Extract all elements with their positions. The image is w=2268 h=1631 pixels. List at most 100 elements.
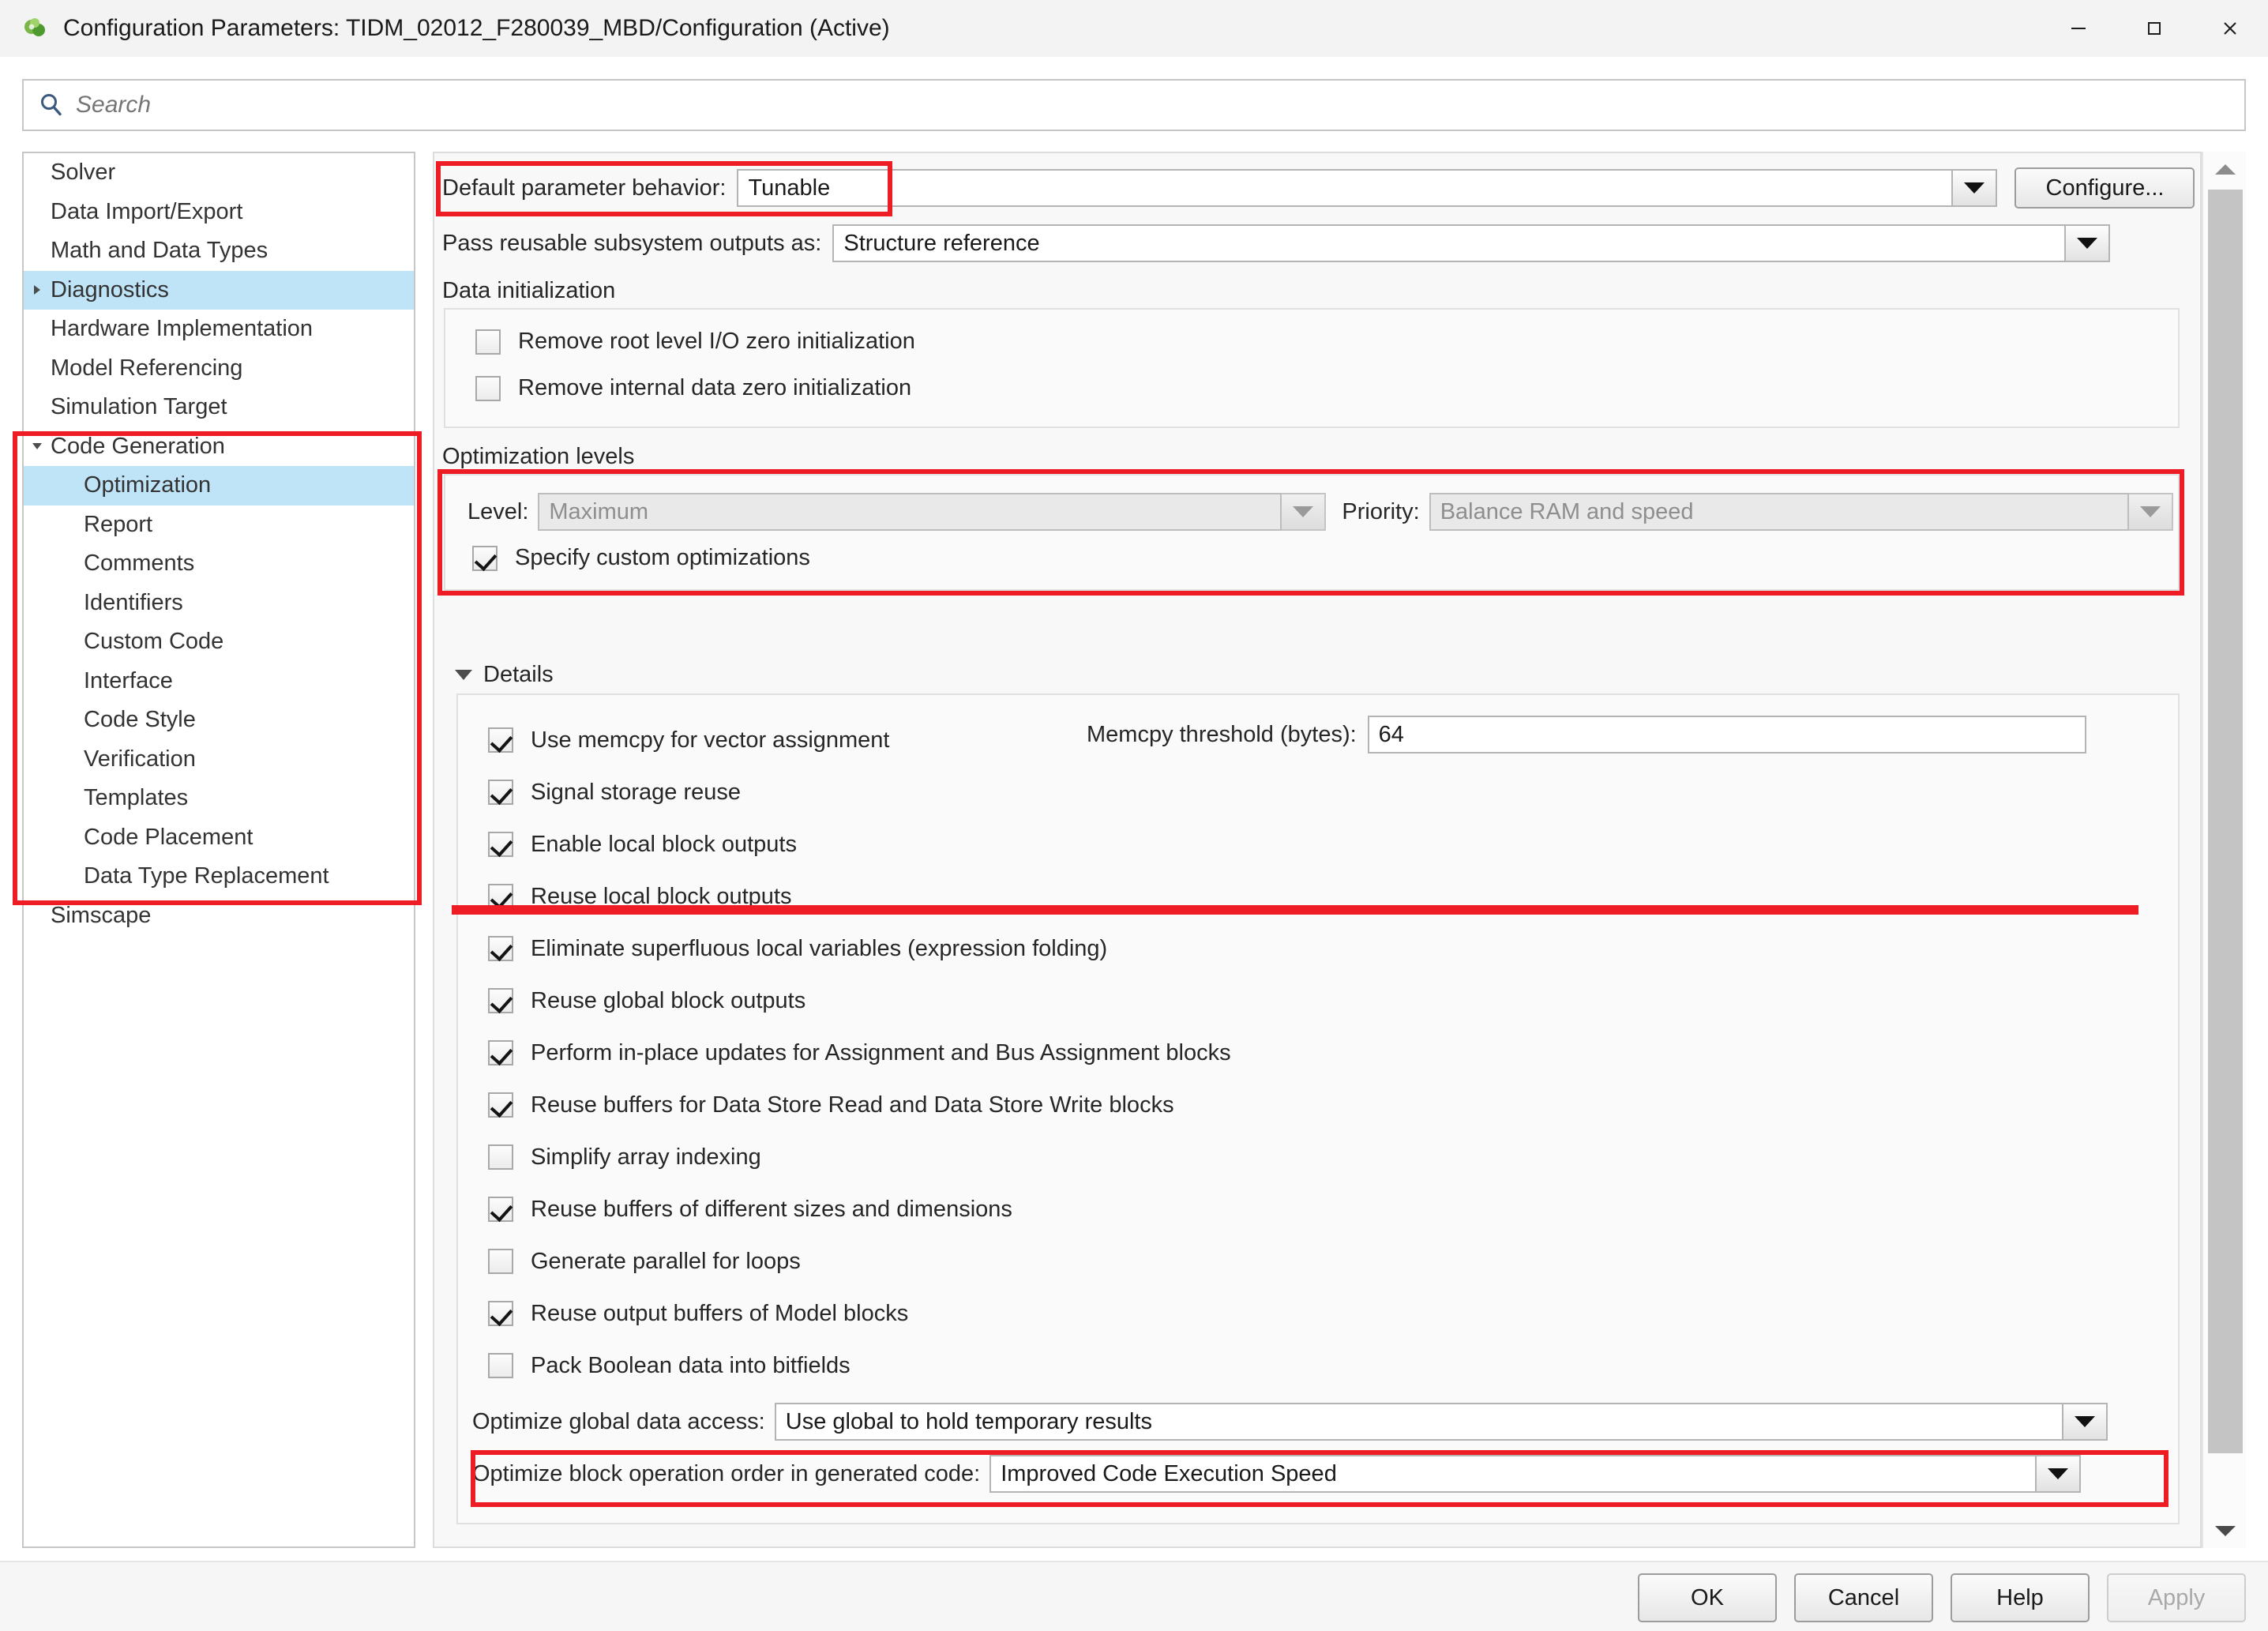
details-checkbox[interactable] (488, 1301, 513, 1326)
details-section-header[interactable]: Details (455, 662, 554, 688)
default-parameter-behavior-row: Default parameter behavior: Tunable Conf… (442, 167, 2195, 209)
data-init-checkbox[interactable] (475, 329, 501, 355)
cancel-button[interactable]: Cancel (1794, 1573, 1933, 1622)
details-checkbox[interactable] (488, 936, 513, 961)
tree-item-data-import-export[interactable]: Data Import/Export (24, 193, 414, 232)
details-checkbox-row[interactable]: Reuse buffers of different sizes and dim… (488, 1183, 1231, 1235)
tree-item-label: Templates (84, 785, 189, 811)
details-checkbox-row[interactable]: Signal storage reuse (488, 766, 1231, 818)
data-init-checkbox-row[interactable]: Remove root level I/O zero initializatio… (475, 329, 2178, 355)
details-checkbox-row[interactable]: Perform in-place updates for Assignment … (488, 1027, 1231, 1079)
chevron-down-icon[interactable] (24, 439, 51, 453)
details-checkbox[interactable] (488, 727, 513, 753)
details-checkbox[interactable] (488, 780, 513, 805)
tree-item-comments[interactable]: Comments (24, 544, 414, 584)
details-checkbox-row[interactable]: Simplify array indexing (488, 1131, 1231, 1183)
tree-item-hardware-implementation[interactable]: Hardware Implementation (24, 310, 414, 349)
details-checkbox[interactable] (488, 1353, 513, 1378)
priority-label: Priority: (1342, 498, 1420, 524)
pass-reusable-outputs-field[interactable]: Structure reference (832, 224, 2067, 262)
tree-item-identifiers[interactable]: Identifiers (24, 584, 414, 623)
data-init-checkbox[interactable] (475, 375, 501, 401)
tree-item-label: Verification (84, 746, 196, 772)
details-checkbox-row[interactable]: Enable local block outputs (488, 818, 1231, 870)
ok-button[interactable]: OK (1638, 1573, 1777, 1622)
optimize-global-data-access-field[interactable]: Use global to hold temporary results (774, 1403, 2063, 1441)
default-parameter-behavior-field[interactable]: Tunable (737, 169, 1954, 207)
details-checkbox[interactable] (488, 1197, 513, 1222)
optimize-global-data-access-label: Optimize global data access: (472, 1408, 765, 1434)
level-field: Maximum (538, 493, 1282, 531)
memcpy-threshold-label: Memcpy threshold (bytes): (1087, 721, 1357, 747)
tree-item-data-type-replacement[interactable]: Data Type Replacement (24, 857, 414, 896)
default-parameter-behavior-dropdown-icon[interactable] (1953, 169, 1998, 207)
details-checkbox[interactable] (488, 832, 513, 857)
tree-item-simulation-target[interactable]: Simulation Target (24, 388, 414, 427)
data-initialization-label: Data initialization (442, 278, 616, 303)
tree-item-interface[interactable]: Interface (24, 662, 414, 701)
settings-tree[interactable]: Solver Data Import/Export Math and Data Ty… (22, 152, 415, 1548)
pass-reusable-outputs-dropdown-icon[interactable] (2066, 224, 2111, 262)
help-button[interactable]: Help (1951, 1573, 2090, 1622)
details-checkbox[interactable] (488, 1092, 513, 1118)
tree-item-label: Math and Data Types (51, 238, 268, 264)
memcpy-threshold-input[interactable]: 64 (1367, 716, 2086, 753)
specify-custom-optimizations-row[interactable]: Specify custom optimizations (472, 545, 810, 571)
vertical-scrollbar[interactable] (2202, 152, 2246, 1548)
tree-item-simscape[interactable]: Simscape (24, 896, 414, 936)
tree-item-model-referencing[interactable]: Model Referencing (24, 349, 414, 389)
tree-item-custom-code[interactable]: Custom Code (24, 622, 414, 662)
tree-item-diagnostics[interactable]: Diagnostics (24, 270, 414, 310)
optimize-block-order-dropdown-icon[interactable] (2037, 1455, 2082, 1493)
scroll-up-icon[interactable] (2203, 152, 2247, 186)
details-checkbox-row[interactable]: Reuse buffers for Data Store Read and Da… (488, 1079, 1231, 1131)
minimize-button[interactable] (2041, 0, 2116, 57)
priority-field: Balance RAM and speed (1429, 493, 2129, 531)
optimize-block-order-field[interactable]: Improved Code Execution Speed (989, 1455, 2037, 1493)
search-input[interactable] (76, 92, 2244, 118)
maximize-button[interactable] (2116, 0, 2192, 57)
details-checkbox[interactable] (488, 1249, 513, 1274)
details-checkbox-label: Reuse buffers of different sizes and dim… (531, 1196, 1012, 1222)
tree-item-report[interactable]: Report (24, 505, 414, 545)
tree-item-optimization[interactable]: Optimization (24, 466, 414, 505)
details-checkbox-label: Reuse global block outputs (531, 987, 806, 1013)
details-checkbox[interactable] (488, 988, 513, 1013)
details-checkbox-row[interactable]: Pack Boolean data into bitfields (488, 1340, 1231, 1392)
details-checkbox-row[interactable]: Reuse global block outputs (488, 975, 1231, 1027)
optimize-global-data-access-row: Optimize global data access: Use global … (472, 1403, 2108, 1441)
tree-item-code-placement[interactable]: Code Placement (24, 818, 414, 858)
scroll-down-icon[interactable] (2203, 1513, 2247, 1548)
tree-item-label: Data Import/Export (51, 198, 243, 224)
data-init-checkbox-row[interactable]: Remove internal data zero initialization (475, 375, 2178, 401)
details-checkbox[interactable] (488, 884, 513, 909)
details-checkbox[interactable] (488, 1040, 513, 1065)
tree-item-verification[interactable]: Verification (24, 740, 414, 780)
tree-item-code-style[interactable]: Code Style (24, 701, 414, 740)
details-checkbox-row[interactable]: Generate parallel for loops (488, 1235, 1231, 1287)
tree-item-label: Interface (84, 667, 173, 693)
tree-item-templates[interactable]: Templates (24, 779, 414, 818)
details-checkbox-label: Enable local block outputs (531, 831, 797, 857)
search-icon (38, 92, 65, 118)
specify-custom-optimizations-checkbox[interactable] (472, 545, 498, 571)
tree-item-label: Hardware Implementation (51, 316, 314, 342)
chevron-right-icon[interactable] (24, 283, 51, 297)
tree-item-label: Diagnostics (51, 276, 169, 303)
tree-item-label: Code Style (84, 707, 196, 733)
close-button[interactable] (2192, 0, 2268, 57)
configure-button[interactable]: Configure... (2015, 167, 2195, 209)
optimize-global-data-access-dropdown-icon[interactable] (2063, 1403, 2108, 1441)
tree-item-math-and-data-types[interactable]: Math and Data Types (24, 231, 414, 271)
details-checkbox-label: Eliminate superfluous local variables (e… (531, 935, 1108, 961)
details-checkbox-row[interactable]: Reuse output buffers of Model blocks (488, 1287, 1231, 1340)
search-bar[interactable] (22, 79, 2246, 131)
details-checkbox[interactable] (488, 1144, 513, 1170)
scrollbar-thumb[interactable] (2208, 190, 2243, 1453)
tree-item-label: Data Type Replacement (84, 863, 329, 889)
tree-item-solver[interactable]: Solver (24, 153, 414, 193)
details-checkbox-row[interactable]: Reuse local block outputs (488, 870, 1231, 923)
tree-item-label: Optimization (84, 472, 212, 498)
tree-item-code-generation[interactable]: Code Generation (24, 427, 414, 467)
details-checkbox-row[interactable]: Eliminate superfluous local variables (e… (488, 923, 1231, 975)
